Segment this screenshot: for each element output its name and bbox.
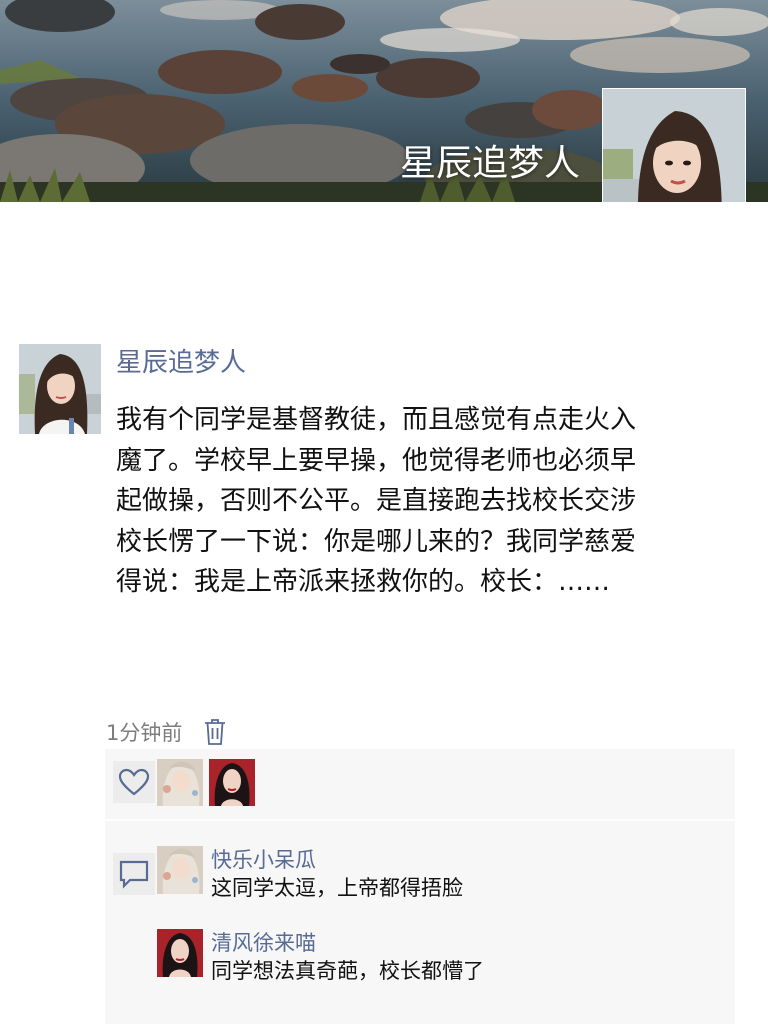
post-text-line: 得说：我是上帝派来拯救你的。校长：……: [116, 567, 611, 598]
commenter-name[interactable]: 快乐小呆瓜: [211, 844, 316, 874]
likes-comments-panel: 快乐小呆瓜 这同学太逗，上帝都得捂脸 清风徐来喵 同学想法真奇葩，校长都懵了: [105, 749, 735, 1024]
comment-indicator: [113, 853, 155, 895]
profile-avatar[interactable]: [602, 88, 746, 202]
commenter-name[interactable]: 清风徐来喵: [211, 927, 316, 957]
comment-text: 同学想法真奇葩，校长都懵了: [211, 959, 484, 983]
cover-username: 星辰追梦人: [399, 143, 580, 184]
post-text-line: 起做操，否则不公平。是直接跑去找校长交涉: [116, 486, 637, 517]
comment-bubble-icon: [119, 860, 149, 889]
post-text-line: 魔了。学校早上要早操，他觉得老师也必须早: [116, 445, 637, 476]
liker-illustration-image: [157, 759, 203, 806]
trash-icon: [205, 719, 226, 745]
comment-text: 这同学太逗，上帝都得捂脸: [211, 876, 463, 900]
profile-cover[interactable]: 星辰追梦人: [0, 0, 768, 202]
post-meta: 1分钟前: [106, 714, 228, 750]
post-text-line: 我有个同学是基督教徒，而且感觉有点走火入: [116, 405, 637, 435]
post-text: 我有个同学是基督教徒，而且感觉有点走火入 魔了。学校早上要早操，他觉得老师也必须…: [116, 400, 726, 603]
likes-row: [105, 749, 735, 817]
post-text-line: 校长愣了一下说：你是哪儿来的？我同学慈爱: [116, 526, 637, 557]
commenter-avatar[interactable]: [157, 929, 203, 977]
commenter-portrait-image: [157, 929, 203, 977]
heart-outline-icon: [118, 768, 150, 796]
liker-portrait-image: [209, 759, 255, 806]
commenter-illustration-image: [157, 846, 203, 894]
liker-avatar[interactable]: [209, 759, 255, 806]
avatar-portrait-image: [603, 89, 745, 202]
delete-post-button[interactable]: [202, 716, 228, 748]
post-author-name[interactable]: 星辰追梦人: [116, 342, 246, 379]
commenter-avatar[interactable]: [157, 846, 203, 894]
post-author-avatar[interactable]: [19, 344, 101, 434]
divider: [105, 819, 735, 821]
liker-avatar[interactable]: [157, 759, 203, 806]
post-timestamp: 1分钟前: [106, 721, 183, 745]
like-button[interactable]: [113, 761, 155, 803]
author-portrait-image: [19, 344, 101, 434]
